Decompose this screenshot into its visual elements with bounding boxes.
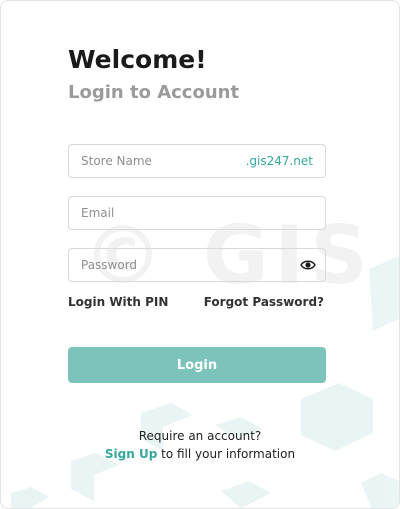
eye-icon[interactable] — [300, 258, 316, 272]
email-input[interactable] — [69, 197, 325, 229]
store-domain-suffix: .gis247.net — [245, 154, 313, 168]
signup-description: to fill your information — [157, 447, 296, 461]
page-subtitle: Login to Account — [68, 82, 240, 103]
login-card: © GIS Welcome! Login to Account .gis247.… — [0, 0, 400, 509]
password-input[interactable] — [69, 249, 325, 281]
forgot-password-link[interactable]: Forgot Password? — [204, 295, 324, 309]
require-account-text: Require an account? — [138, 429, 262, 443]
sign-up-link[interactable]: Sign Up — [105, 447, 157, 461]
login-button[interactable]: Login — [68, 347, 326, 383]
page-title: Welcome! — [68, 45, 207, 74]
store-name-field: .gis247.net — [68, 144, 326, 178]
login-with-pin-link[interactable]: Login With PIN — [68, 295, 168, 309]
signup-line: Sign Up to fill your information — [1, 447, 399, 461]
password-field — [68, 248, 326, 282]
email-field — [68, 196, 326, 230]
